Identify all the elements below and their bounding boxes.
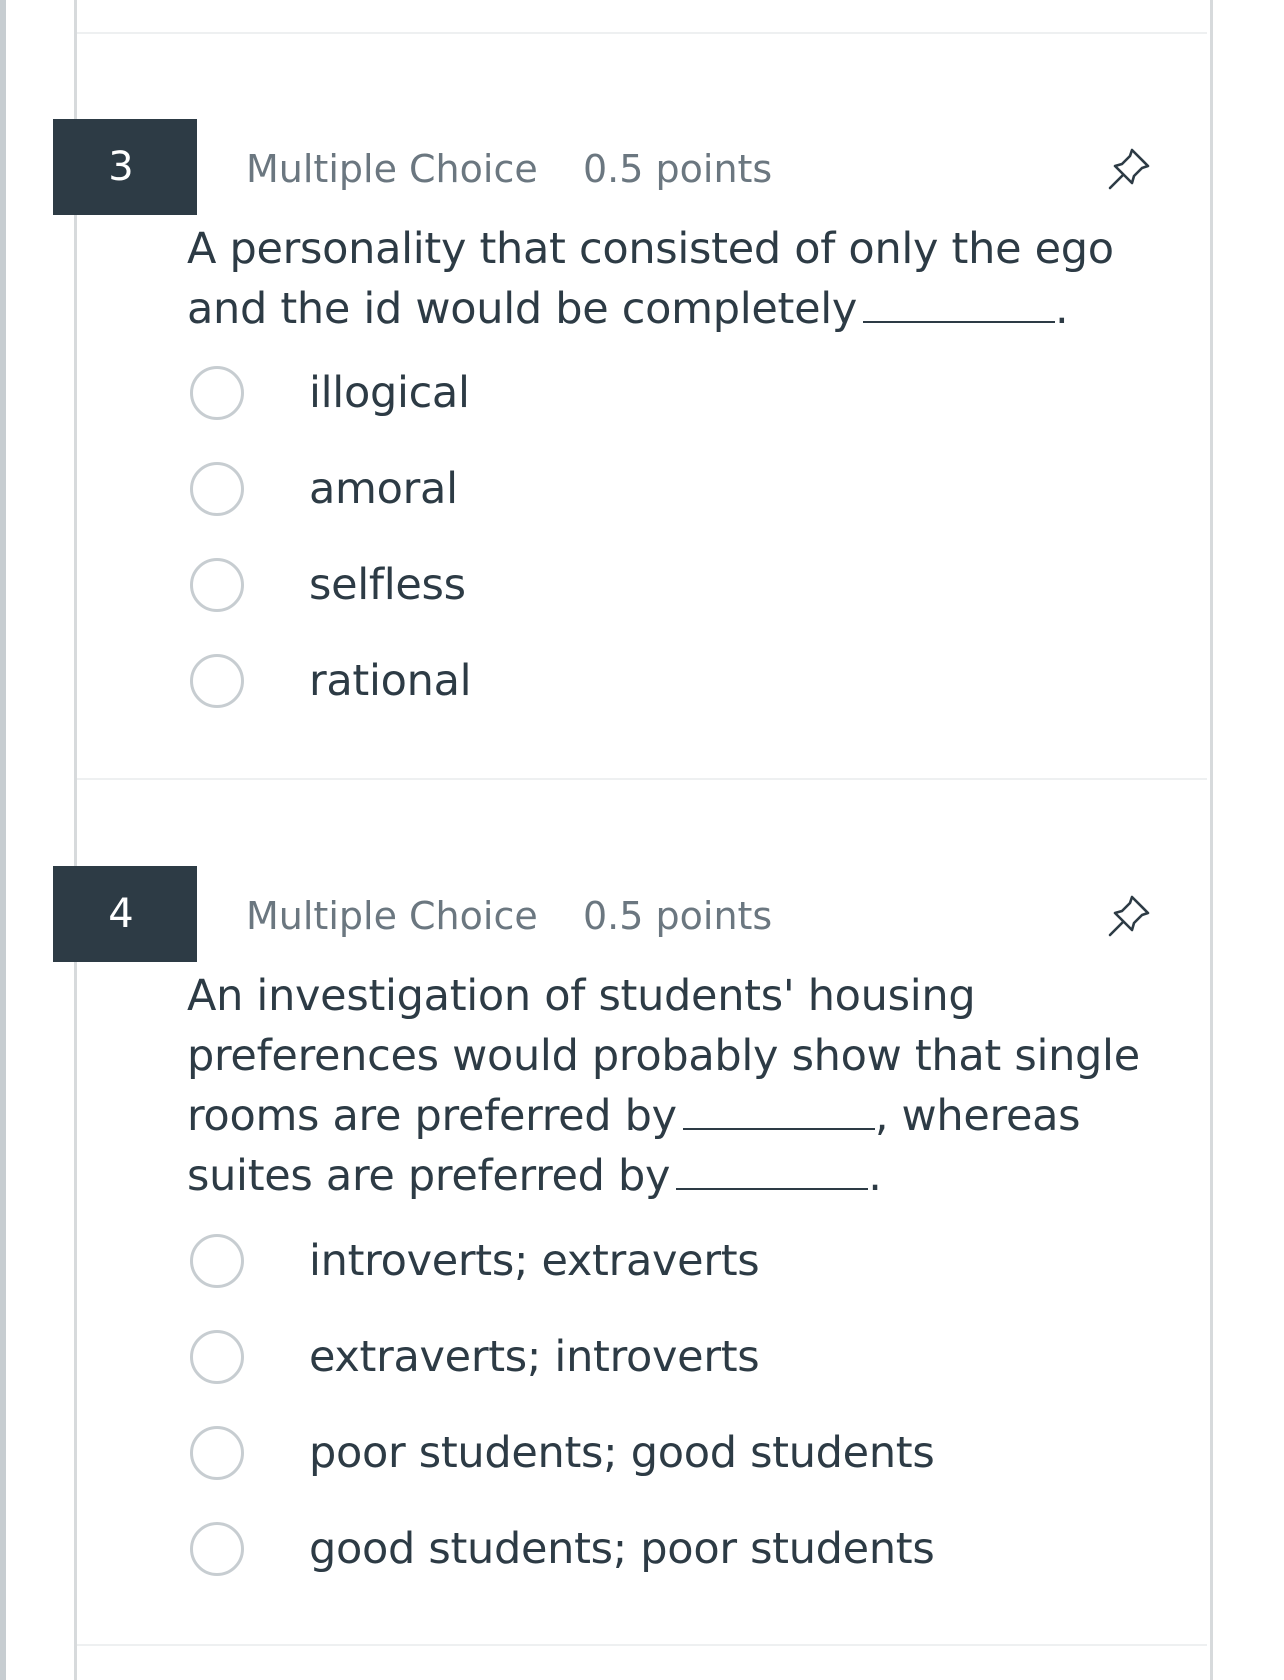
question-points-label: 0.5 points — [583, 147, 773, 191]
question-number-badge: 3 — [53, 119, 197, 215]
answer-option[interactable]: poor students; good students — [187, 1420, 1167, 1490]
question-text: An investigation of students' housing pr… — [187, 966, 1147, 1206]
answer-option-label[interactable]: amoral — [309, 456, 458, 522]
question-text-fragment: , whereas — [874, 1091, 1081, 1141]
left-edge-strip — [0, 0, 6, 1680]
radio-button[interactable] — [190, 1234, 244, 1288]
question-text-line: preferences would probably show that sin… — [187, 1031, 1140, 1081]
answer-option-label[interactable]: rational — [309, 648, 472, 714]
question-type-label: Multiple Choice — [246, 894, 538, 938]
radio-button[interactable] — [190, 1522, 244, 1576]
answer-option[interactable]: extraverts; introverts — [187, 1324, 1167, 1394]
question-text-fragment: . — [868, 1151, 882, 1201]
question-text-line: A personality that consisted of only the… — [187, 224, 1114, 274]
question-text-line: rooms are preferred by , whereas — [187, 1086, 1147, 1146]
radio-button[interactable] — [190, 462, 244, 516]
answer-option[interactable]: amoral — [187, 456, 1167, 526]
question-type-label: Multiple Choice — [246, 147, 538, 191]
answer-option-label[interactable]: illogical — [309, 360, 470, 426]
question-divider — [77, 778, 1207, 780]
answer-option-label[interactable]: good students; poor students — [309, 1516, 935, 1582]
radio-button[interactable] — [190, 654, 244, 708]
answer-option[interactable]: rational — [187, 648, 1167, 718]
radio-button[interactable] — [190, 558, 244, 612]
answer-option-label[interactable]: poor students; good students — [309, 1420, 935, 1486]
answer-option-label[interactable]: selfless — [309, 552, 466, 618]
question-text-fragment: rooms are preferred by — [187, 1091, 677, 1141]
answer-option-label[interactable]: introverts; extraverts — [309, 1228, 760, 1294]
radio-button[interactable] — [190, 366, 244, 420]
pin-icon[interactable] — [1105, 143, 1155, 193]
radio-button[interactable] — [190, 1426, 244, 1480]
radio-button[interactable] — [190, 1330, 244, 1384]
question-divider — [77, 1644, 1207, 1646]
question-divider — [77, 32, 1207, 34]
answer-option[interactable]: illogical — [187, 360, 1167, 430]
question-text: A personality that consisted of only the… — [187, 219, 1147, 339]
question-text-fragment: suites are preferred by — [187, 1151, 671, 1201]
answer-option[interactable]: good students; poor students — [187, 1516, 1167, 1586]
question-text-fragment: and the id would be completely — [187, 284, 858, 334]
question-text-line: and the id would be completely. — [187, 279, 1147, 339]
pin-icon[interactable] — [1105, 890, 1155, 940]
question-number-badge: 4 — [53, 866, 197, 962]
answer-option[interactable]: selfless — [187, 552, 1167, 622]
question-points-label: 0.5 points — [583, 894, 773, 938]
answer-blank — [682, 1086, 875, 1130]
question-text-fragment: . — [1055, 284, 1069, 334]
answer-option-label[interactable]: extraverts; introverts — [309, 1324, 760, 1390]
answer-blank — [863, 279, 1056, 323]
answer-option[interactable]: introverts; extraverts — [187, 1228, 1167, 1298]
question-text-line: An investigation of students' housing — [187, 971, 976, 1021]
question-text-line: suites are preferred by. — [187, 1146, 1147, 1206]
answer-blank — [676, 1146, 869, 1190]
